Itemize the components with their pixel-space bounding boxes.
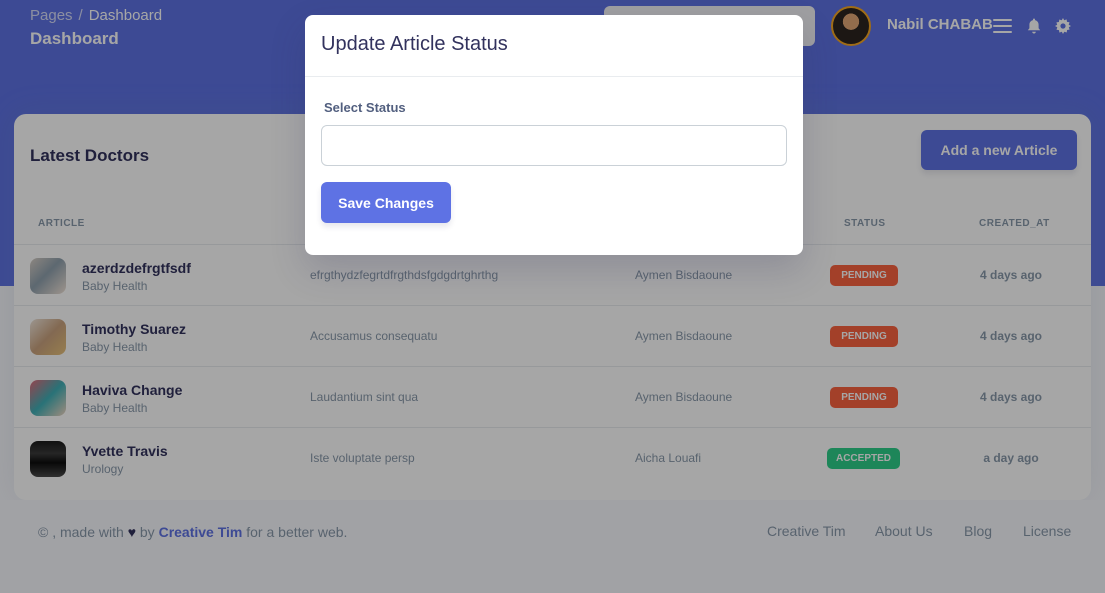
modal-title: Update Article Status — [321, 33, 508, 55]
save-changes-button[interactable]: Save Changes — [321, 182, 451, 223]
modal-header: Update Article Status — [305, 15, 803, 77]
status-label: Select Status — [324, 100, 406, 115]
update-status-modal: Update Article Status Select Status Save… — [305, 15, 803, 255]
status-select[interactable] — [321, 125, 787, 166]
